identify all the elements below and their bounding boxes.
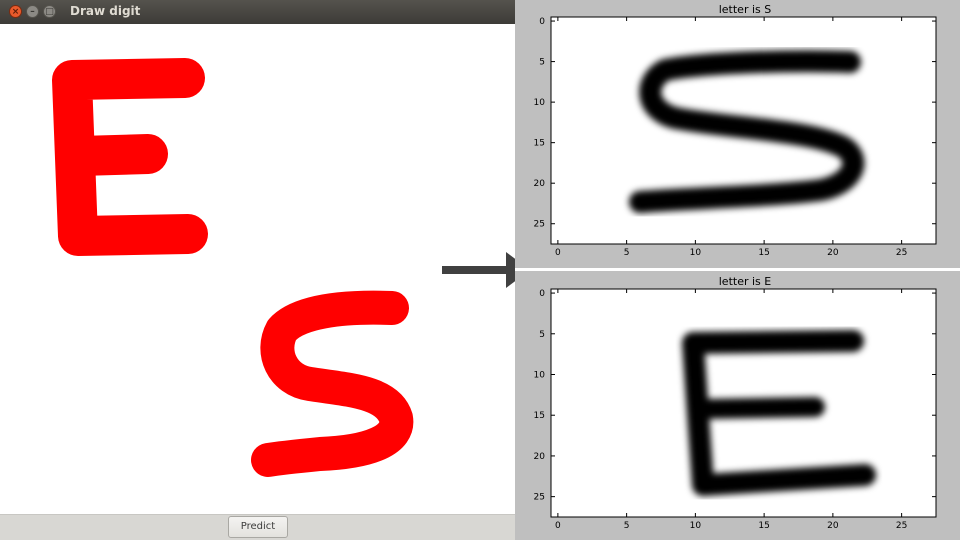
- x-tick-label: 25: [896, 248, 907, 258]
- plot-top-svg: letter is S 0 5 10 15 20 25 0 5 10 15 20 25: [534, 3, 937, 258]
- drawing-canvas[interactable]: [0, 24, 515, 514]
- y-tick-label: 0: [539, 17, 545, 27]
- x-tick-label: 10: [690, 248, 702, 258]
- x-tick-label: 15: [758, 248, 769, 258]
- plot-title: letter is E: [719, 275, 772, 288]
- x-tick-label: 0: [555, 248, 561, 258]
- y-tick-label: 0: [539, 289, 545, 299]
- x-tick-label: 5: [624, 521, 630, 531]
- x-tick-label: 15: [758, 521, 769, 531]
- x-tick-label: 10: [690, 521, 702, 531]
- predict-button[interactable]: Predict: [228, 516, 288, 538]
- y-tick-label: 10: [534, 98, 546, 108]
- x-tick-label: 20: [827, 248, 839, 258]
- y-tick-label: 15: [534, 411, 545, 421]
- y-tick-label: 20: [534, 179, 546, 189]
- maximize-icon[interactable]: □: [43, 5, 56, 18]
- x-tick-label: 5: [624, 248, 630, 258]
- title-bar: × – □ Draw digit: [0, 0, 515, 24]
- draw-digit-window: × – □ Draw digit Predict: [0, 0, 515, 540]
- y-tick-label: 5: [539, 330, 545, 340]
- drawn-letter-e: [52, 58, 208, 256]
- window-title: Draw digit: [70, 4, 141, 18]
- minimize-icon[interactable]: –: [26, 5, 39, 18]
- y-tick-label: 5: [539, 58, 545, 68]
- x-tick-label: 20: [827, 521, 839, 531]
- plot-panel-bottom: letter is E 0 5 10 15 20 25 0 5 10 15 20 25: [515, 271, 960, 540]
- x-tick-label: 0: [555, 521, 561, 531]
- y-tick-label: 25: [534, 493, 545, 503]
- y-tick-label: 20: [534, 452, 546, 462]
- drawn-letter-s: [251, 290, 414, 477]
- plot-panel-top: letter is S 0 5 10 15 20 25 0 5 10 15 20 25: [515, 0, 960, 268]
- y-tick-label: 10: [534, 371, 546, 381]
- y-tick-label: 15: [534, 139, 545, 149]
- x-tick-label: 25: [896, 521, 907, 531]
- plot-bottom-svg: letter is E 0 5 10 15 20 25 0 5 10 15 20 25: [534, 275, 937, 531]
- y-tick-label: 25: [534, 220, 545, 230]
- close-icon[interactable]: ×: [9, 5, 22, 18]
- plot-title: letter is S: [719, 3, 772, 16]
